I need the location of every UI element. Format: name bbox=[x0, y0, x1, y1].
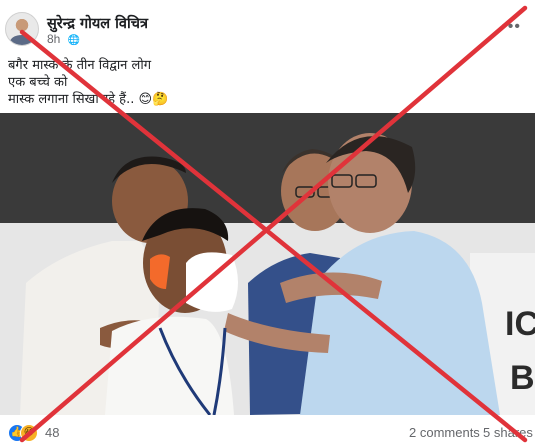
caption-line: बगैर मास्क के तीन विद्वान लोग bbox=[8, 58, 152, 73]
photo-illustration: IC B bbox=[0, 113, 535, 415]
post-footer: 👍 😆 48 2 comments 5 shares bbox=[0, 415, 535, 448]
more-options-icon[interactable]: ••• bbox=[501, 18, 521, 36]
shares-count[interactable]: 5 shares bbox=[483, 425, 533, 440]
globe-icon: 🌐 bbox=[67, 35, 81, 46]
comments-count[interactable]: 2 comments bbox=[409, 425, 480, 440]
backdrop-sign-text-2: B bbox=[510, 359, 535, 397]
backdrop-sign-text-1: IC bbox=[505, 305, 535, 343]
caption-line: एक बच्चे को bbox=[8, 75, 68, 90]
post-meta: 8h 🌐 bbox=[47, 32, 80, 46]
haha-reaction-icon: 😆 bbox=[20, 424, 38, 442]
caption-line-with-emoji: मास्क लगाना सिखा रहे हैं.. 😊🤔 bbox=[8, 92, 169, 107]
post-photo[interactable]: IC B bbox=[0, 113, 535, 415]
caption-emoji: 😊🤔 bbox=[138, 92, 169, 107]
author-avatar[interactable] bbox=[5, 12, 39, 46]
post-time[interactable]: 8h bbox=[47, 32, 60, 46]
post-header: सुरेन्द्र गोयल विचित्र 8h 🌐 ••• bbox=[0, 0, 535, 52]
facebook-post: सुरेन्द्र गोयल विचित्र 8h 🌐 ••• बगैर मास… bbox=[0, 0, 535, 448]
author-name[interactable]: सुरेन्द्र गोयल विचित्र bbox=[47, 13, 148, 33]
reaction-count[interactable]: 48 bbox=[45, 425, 59, 440]
post-caption: बगैर मास्क के तीन विद्वान लोग एक बच्चे क… bbox=[8, 57, 168, 108]
